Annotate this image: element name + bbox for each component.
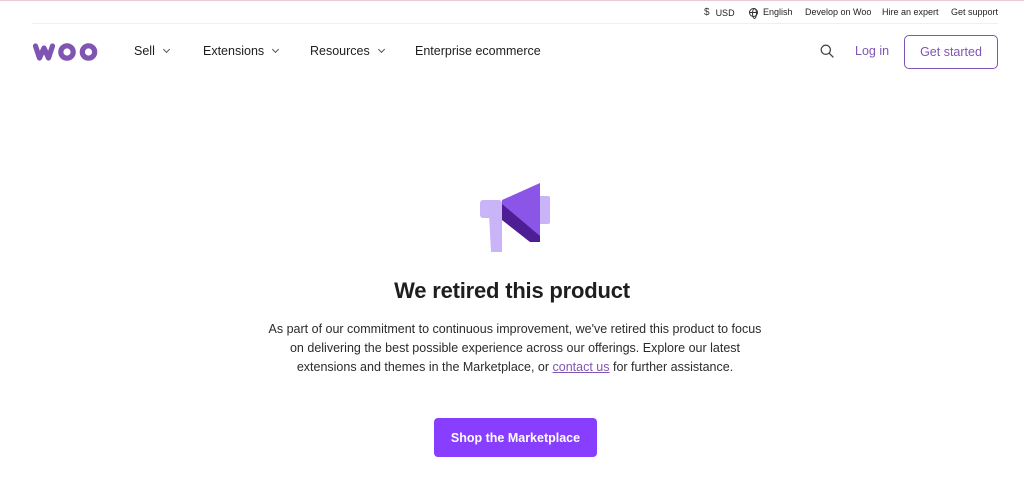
search-icon[interactable] [820,44,834,58]
nav-resources-label: Resources [310,44,370,58]
chevron-down-icon [377,45,385,53]
megaphone-icon [478,180,554,256]
hire-expert-link[interactable]: Hire an expert [882,7,939,17]
chevron-down-icon [272,45,280,53]
support-link[interactable]: Get support [951,7,998,17]
nav-sell-label: Sell [134,44,155,58]
shop-marketplace-button[interactable]: Shop the Marketplace [434,418,597,457]
nav-extensions[interactable]: Extensions [203,44,280,58]
woo-logo[interactable] [32,38,100,64]
nav-enterprise[interactable]: Enterprise ecommerce [415,44,541,58]
dollar-icon: $ [704,7,710,18]
get-started-button[interactable]: Get started [904,35,998,69]
utility-bar: $ USD English Develop on Woo Hire an exp… [0,0,1024,24]
nav-sell[interactable]: Sell [134,44,170,58]
language-selector[interactable]: English [749,7,793,19]
retired-description: As part of our commitment to continuous … [262,320,768,377]
currency-selector[interactable]: $ USD [704,7,735,18]
nav-resources[interactable]: Resources [310,44,385,58]
contact-us-link[interactable]: contact us [553,360,610,374]
currency-label: USD [715,7,735,18]
nav-enterprise-label: Enterprise ecommerce [415,44,541,58]
develop-link[interactable]: Develop on Woo [805,7,871,17]
main-navigation: Sell Extensions Resources Enterprise eco… [0,24,1024,80]
login-link[interactable]: Log in [855,44,889,58]
description-tail: for further assistance. [609,360,734,374]
language-label: English [763,7,793,17]
globe-icon [749,7,758,19]
nav-extensions-label: Extensions [203,44,265,58]
chevron-down-icon [162,45,170,53]
page-title: We retired this product [394,278,630,303]
